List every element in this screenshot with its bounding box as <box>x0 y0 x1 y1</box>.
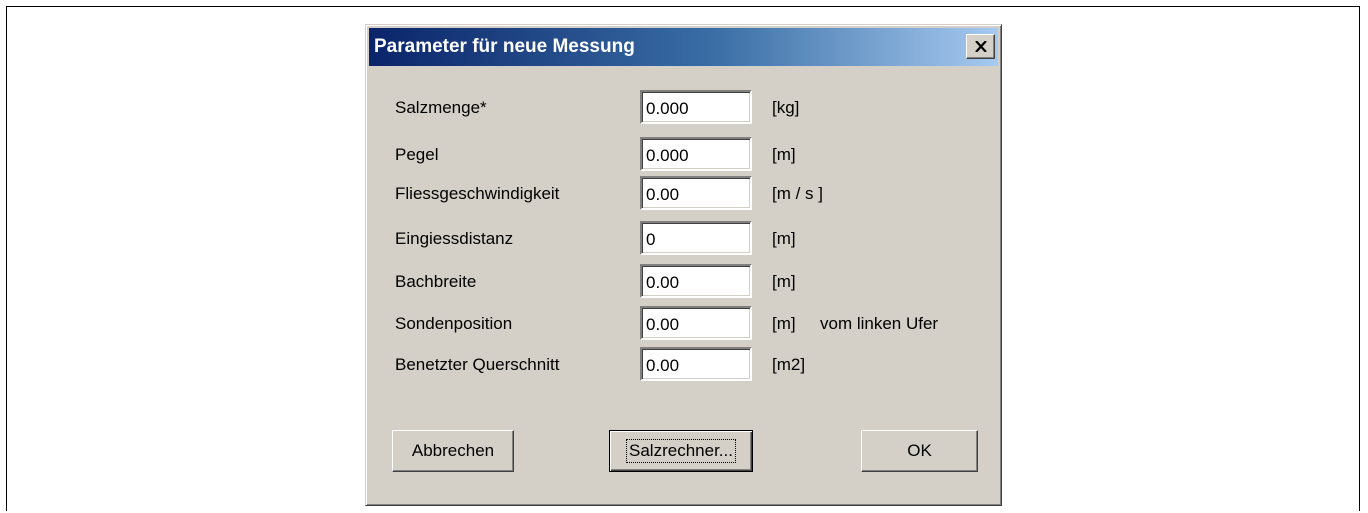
sondenposition-input[interactable] <box>640 306 752 340</box>
salzmenge-input[interactable] <box>640 90 752 124</box>
ok-button[interactable]: OK <box>861 430 978 472</box>
fliessgeschwindigkeit-input[interactable] <box>640 176 752 210</box>
field-unit: [kg] <box>772 98 800 117</box>
bachbreite-input[interactable] <box>640 264 752 298</box>
field-unit: [m2] <box>772 355 806 374</box>
field-unit: [m] <box>772 145 796 164</box>
cancel-button[interactable]: Abbrechen <box>392 430 514 472</box>
close-icon <box>974 41 987 52</box>
field-row-bachbreite: Bachbreite [m] <box>366 264 1001 298</box>
cancel-button-label: Abbrechen <box>411 441 495 460</box>
dialog-title: Parameter für neue Messung <box>374 36 635 57</box>
salzrechner-button[interactable]: Salzrechner... <box>609 430 753 472</box>
field-label: Pegel <box>395 145 439 164</box>
parameter-dialog: Parameter für neue Messung Salzmenge* [k… <box>365 24 1002 506</box>
field-note: vom linken Ufer <box>820 314 939 333</box>
field-row-benetzter-querschnitt: Benetzter Querschnitt [m2] <box>366 347 1001 381</box>
field-label: Salzmenge* <box>395 98 487 117</box>
field-label: Fliessgeschwindigkeit <box>395 184 560 203</box>
salzrechner-button-label: Salzrechner... <box>626 439 736 463</box>
close-button[interactable] <box>966 34 995 59</box>
field-unit: [m] <box>772 272 796 291</box>
pegel-input[interactable] <box>640 137 752 171</box>
field-row-pegel: Pegel [m] <box>366 137 1001 171</box>
field-unit: [m / s ] <box>772 184 823 203</box>
field-row-fliessgeschwindigkeit: Fliessgeschwindigkeit [m / s ] <box>366 176 1001 210</box>
dialog-titlebar[interactable]: Parameter für neue Messung <box>369 28 998 66</box>
ok-button-label: OK <box>907 441 932 460</box>
eingiessdistanz-input[interactable] <box>640 221 752 255</box>
field-unit: [m] <box>772 229 796 248</box>
field-label: Bachbreite <box>395 272 477 291</box>
field-row-salzmenge: Salzmenge* [kg] <box>366 90 1001 124</box>
field-row-sondenposition: Sondenposition [m] vom linken Ufer <box>366 306 1001 340</box>
field-label: Benetzter Querschnitt <box>395 355 560 374</box>
field-label: Eingiessdistanz <box>395 229 514 248</box>
field-unit: [m] <box>772 314 796 333</box>
benetzter-querschnitt-input[interactable] <box>640 347 752 381</box>
field-row-eingiessdistanz: Eingiessdistanz [m] <box>366 221 1001 255</box>
field-label: Sondenposition <box>395 314 513 333</box>
